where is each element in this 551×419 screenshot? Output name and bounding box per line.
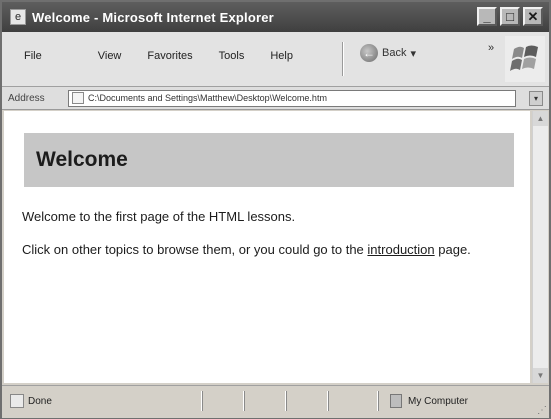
toolbar-more-chevron-icon[interactable]: »: [488, 42, 494, 54]
address-input[interactable]: C:\Documents and Settings\Matthew\Deskto…: [68, 89, 516, 107]
address-url: C:\Documents and Settings\Matthew\Deskto…: [88, 93, 327, 103]
address-bar: Address C:\Documents and Settings\Matthe…: [2, 87, 549, 110]
ie-page-icon: e: [10, 9, 26, 25]
minimize-button[interactable]: _: [477, 7, 497, 26]
windows-flag-icon: [510, 45, 538, 71]
page-heading: Welcome: [36, 148, 128, 171]
back-arrow-icon: ←: [360, 44, 378, 62]
back-label: Back: [382, 47, 407, 59]
page-done-icon: [10, 394, 24, 408]
back-button[interactable]: ← Back ▾: [360, 44, 416, 62]
status-divider: [202, 391, 203, 411]
navigation-paragraph: Click on other topics to browse them, or…: [22, 241, 512, 258]
status-divider: [328, 391, 329, 411]
menu-tools[interactable]: Tools: [219, 50, 245, 62]
heading-banner: Welcome: [24, 133, 514, 187]
browser-window: e Welcome - Microsoft Internet Explorer …: [0, 0, 551, 419]
toolbar-separator: [342, 42, 343, 76]
scroll-down-icon[interactable]: ▼: [533, 368, 548, 383]
back-dropdown-icon: ▾: [410, 47, 416, 60]
maximize-icon: □: [506, 9, 514, 24]
windows-logo-icon: [505, 36, 545, 82]
paragraph-text-after: page.: [438, 242, 471, 257]
paragraph-text-before: Click on other topics to browse them, or…: [22, 242, 364, 257]
menu-bar: File View Favorites Tools Help: [24, 50, 319, 62]
menu-view[interactable]: View: [98, 50, 122, 62]
maximize-button[interactable]: □: [500, 7, 520, 26]
status-divider: [378, 391, 379, 411]
status-divider: [286, 391, 287, 411]
menu-file[interactable]: File: [24, 50, 42, 62]
status-text: Done: [28, 395, 52, 407]
resize-grip-icon[interactable]: ⋰: [537, 405, 547, 416]
security-zone: My Computer: [390, 394, 468, 408]
introduction-link[interactable]: introduction: [367, 242, 434, 257]
vertical-scrollbar[interactable]: ▲ ▼: [532, 111, 548, 383]
title-bar[interactable]: e Welcome - Microsoft Internet Explorer …: [2, 2, 549, 32]
minimize-icon: _: [483, 9, 491, 24]
address-dropdown-icon[interactable]: ▾: [529, 91, 543, 106]
page-icon: [72, 92, 84, 104]
menu-toolbar: File View Favorites Tools Help ← Back ▾ …: [2, 32, 549, 87]
status-divider: [244, 391, 245, 411]
menu-favorites[interactable]: Favorites: [147, 50, 192, 62]
computer-icon: [390, 394, 402, 408]
scroll-up-icon[interactable]: ▲: [533, 111, 548, 126]
address-label: Address: [8, 92, 45, 104]
status-bar: Done My Computer ⋰: [2, 385, 549, 418]
page-content: Welcome Welcome to the first page of the…: [4, 111, 530, 383]
menu-help[interactable]: Help: [270, 50, 293, 62]
window-controls: _ □ ✕: [477, 7, 543, 26]
window-title: Welcome - Microsoft Internet Explorer: [32, 9, 274, 25]
close-icon: ✕: [527, 9, 539, 24]
close-button[interactable]: ✕: [523, 7, 543, 26]
zone-label: My Computer: [408, 395, 469, 407]
intro-paragraph: Welcome to the first page of the HTML le…: [22, 209, 296, 224]
status-text-area: Done: [10, 394, 52, 408]
